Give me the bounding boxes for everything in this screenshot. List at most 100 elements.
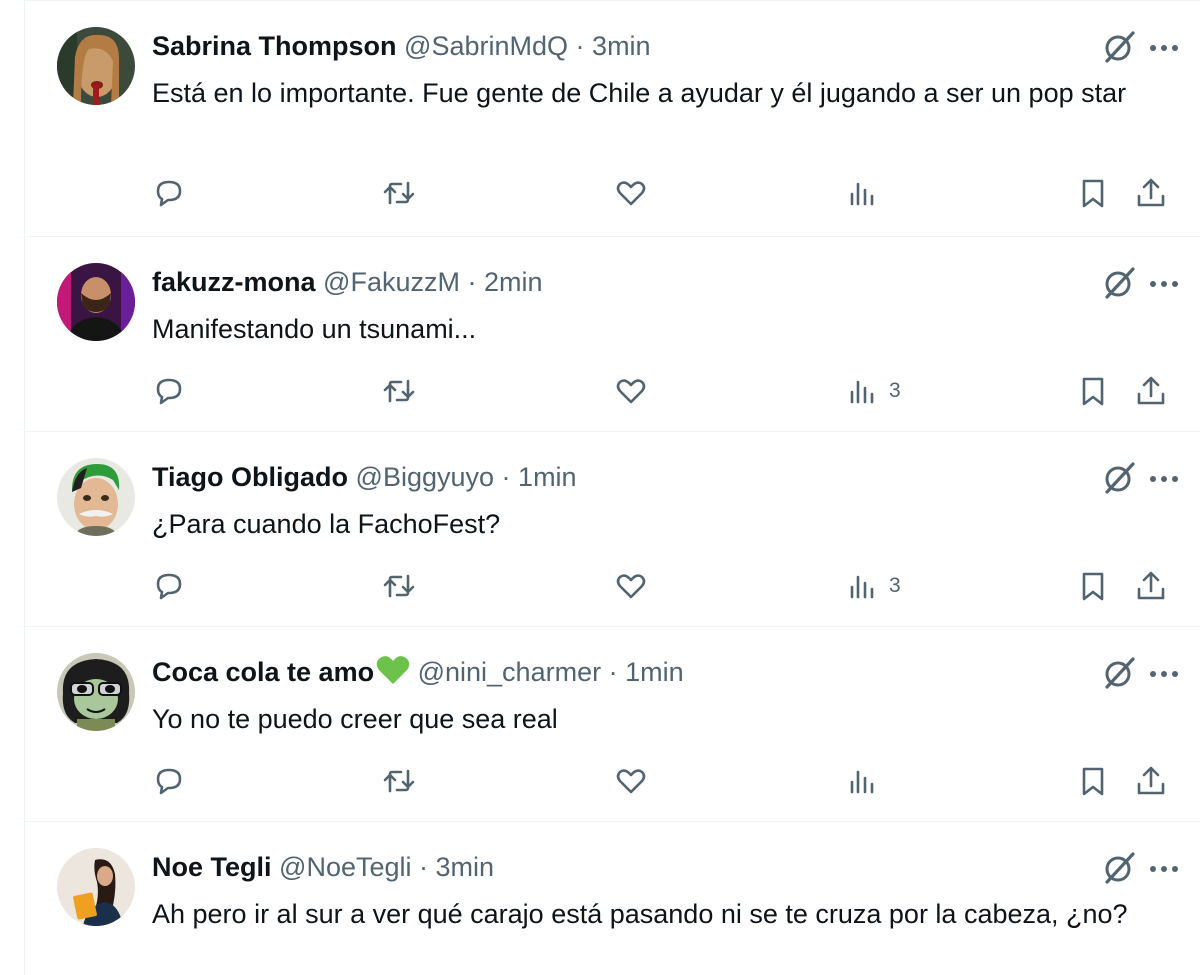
avatar[interactable] <box>57 848 135 926</box>
bookmark-button[interactable] <box>1076 566 1110 606</box>
separator: · <box>501 462 511 492</box>
like-button[interactable] <box>614 761 648 801</box>
views-icon <box>850 770 874 794</box>
share-icon <box>1137 178 1165 207</box>
views-button[interactable]: 3 <box>845 566 901 606</box>
handle[interactable]: @nini_charmer <box>418 657 601 687</box>
bookmark-button[interactable] <box>1076 761 1110 801</box>
timestamp[interactable]: 3min <box>592 31 651 61</box>
retweet-button[interactable] <box>382 371 416 411</box>
tweet[interactable]: Coca cola te amo @nini_charmer · 1min Yo… <box>25 627 1200 822</box>
tweet-header: Sabrina Thompson @SabrinMdQ · 3min <box>152 29 651 63</box>
views-icon <box>850 182 874 206</box>
separator: · <box>419 852 429 882</box>
share-button[interactable] <box>1134 761 1168 801</box>
grok-icon[interactable] <box>1101 265 1137 301</box>
handle[interactable]: @NoeTegli <box>279 852 411 882</box>
reply-icon <box>156 768 182 795</box>
handle[interactable]: @Biggyuyo <box>356 462 494 492</box>
tweet-text: ¿Para cuando la FachoFest? <box>152 509 501 539</box>
timestamp[interactable]: 1min <box>625 657 684 687</box>
retweet-button[interactable] <box>382 173 416 213</box>
reply-button[interactable] <box>152 371 186 411</box>
retweet-icon <box>383 181 415 205</box>
tweet-text: Ah pero ir al sur a ver qué carajo está … <box>152 899 1128 929</box>
grok-icon[interactable] <box>1101 655 1137 691</box>
grok-icon[interactable] <box>1101 460 1137 496</box>
tweet[interactable]: Sabrina Thompson @SabrinMdQ · 3min Está … <box>25 0 1200 237</box>
reply-icon <box>156 180 182 207</box>
action-bar: 3 <box>25 371 1200 411</box>
reply-button[interactable] <box>152 566 186 606</box>
bookmark-button[interactable] <box>1076 173 1110 213</box>
views-icon <box>850 380 874 404</box>
grok-icon[interactable] <box>1101 850 1137 886</box>
like-icon <box>616 181 646 206</box>
avatar[interactable] <box>57 263 135 341</box>
timestamp[interactable]: 1min <box>518 462 577 492</box>
tweet[interactable]: Tiago Obligado @Biggyuyo · 1min ¿Para cu… <box>25 432 1200 627</box>
tweet-header: Coca cola te amo @nini_charmer · 1min <box>152 655 684 689</box>
like-button[interactable] <box>614 173 648 213</box>
retweet-button[interactable] <box>382 566 416 606</box>
tweet-header: Noe Tegli @NoeTegli · 3min <box>152 850 494 884</box>
display-name[interactable]: fakuzz-mona <box>152 267 316 297</box>
bookmark-button[interactable] <box>1076 371 1110 411</box>
share-button[interactable] <box>1134 371 1168 411</box>
like-icon <box>616 379 646 404</box>
retweet-icon <box>383 574 415 598</box>
share-icon <box>1137 571 1165 600</box>
retweet-icon <box>383 379 415 403</box>
bookmark-icon <box>1082 572 1104 601</box>
avatar[interactable] <box>57 653 135 731</box>
tweet-header: Tiago Obligado @Biggyuyo · 1min <box>152 460 577 494</box>
views-button[interactable]: 3 <box>845 371 901 411</box>
like-button[interactable] <box>614 371 648 411</box>
more-icon[interactable] <box>1145 655 1183 691</box>
separator: · <box>608 657 618 687</box>
bookmark-icon <box>1082 767 1104 796</box>
handle[interactable]: @SabrinMdQ <box>404 31 568 61</box>
separator: · <box>467 267 477 297</box>
tweet-text: Manifestando un tsunami... <box>152 314 477 344</box>
avatar-photo-icon <box>57 27 135 105</box>
views-button[interactable] <box>845 173 889 213</box>
more-icon[interactable] <box>1145 460 1183 496</box>
share-button[interactable] <box>1134 566 1168 606</box>
more-icon[interactable] <box>1145 29 1183 65</box>
reply-button[interactable] <box>152 173 186 213</box>
retweet-icon <box>383 769 415 793</box>
grok-icon[interactable] <box>1101 29 1137 65</box>
retweet-button[interactable] <box>382 761 416 801</box>
bookmark-icon <box>1082 377 1104 406</box>
more-icon[interactable] <box>1145 850 1183 886</box>
tweet[interactable]: fakuzz-mona @FakuzzM · 2min Manifestando… <box>25 237 1200 432</box>
more-icon[interactable] <box>1145 265 1183 301</box>
bookmark-icon <box>1082 179 1104 208</box>
reply-feed: Sabrina Thompson @SabrinMdQ · 3min Está … <box>24 0 1200 975</box>
avatar[interactable] <box>57 458 135 536</box>
display-name[interactable]: Coca cola te amo <box>152 656 410 687</box>
avatar-photo-icon <box>57 848 135 926</box>
reply-icon <box>156 378 182 405</box>
timestamp[interactable]: 2min <box>484 267 543 297</box>
avatar[interactable] <box>57 27 135 105</box>
timestamp[interactable]: 3min <box>436 852 495 882</box>
display-name[interactable]: Noe Tegli <box>152 852 272 882</box>
views-button[interactable] <box>845 761 889 801</box>
reply-icon <box>156 573 182 600</box>
tweet[interactable]: Noe Tegli @NoeTegli · 3min Ah pero ir al… <box>25 822 1200 975</box>
like-icon <box>616 769 646 794</box>
share-button[interactable] <box>1134 173 1168 213</box>
display-name[interactable]: Sabrina Thompson <box>152 31 397 61</box>
action-bar <box>25 173 1200 213</box>
reply-button[interactable] <box>152 761 186 801</box>
views-count: 3 <box>889 379 901 402</box>
display-name[interactable]: Tiago Obligado <box>152 462 348 492</box>
like-button[interactable] <box>614 566 648 606</box>
action-bar: 3 <box>25 566 1200 606</box>
views-icon <box>850 575 874 599</box>
avatar-cartoon-icon <box>57 653 135 731</box>
separator: · <box>575 31 585 61</box>
handle[interactable]: @FakuzzM <box>323 267 460 297</box>
